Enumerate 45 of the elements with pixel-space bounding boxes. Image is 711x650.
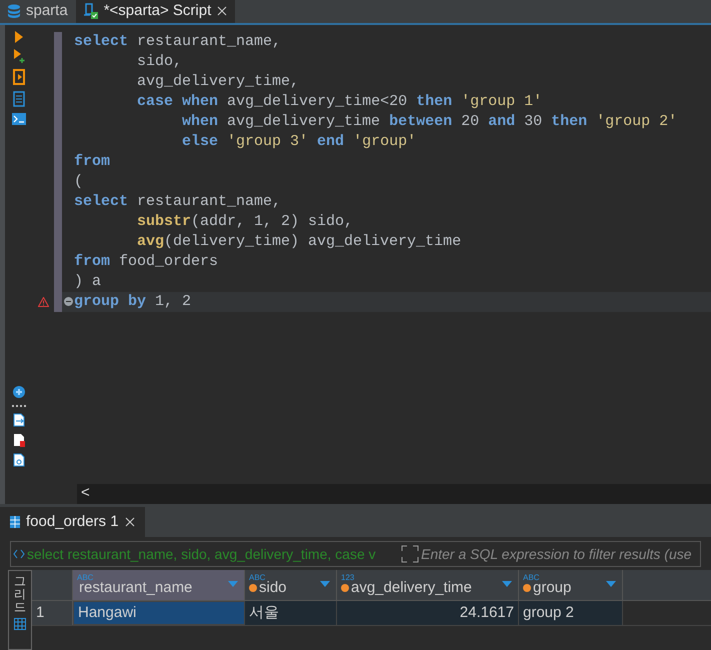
scroll-left-button[interactable]: <	[77, 482, 94, 505]
database-icon	[8, 4, 20, 18]
table-icon	[14, 618, 26, 630]
dropdown-icon[interactable]	[502, 581, 512, 587]
script-list-icon[interactable]	[13, 90, 25, 107]
close-icon[interactable]	[217, 6, 228, 16]
table-cell[interactable]: Hangawi	[73, 601, 245, 625]
grid-icon	[10, 516, 20, 528]
dropdown-icon[interactable]	[606, 581, 616, 587]
code-line: from	[74, 152, 110, 172]
code-line: else 'group 3' end 'group'	[181, 132, 416, 152]
file-error-icon[interactable]	[13, 432, 25, 447]
editor-tab[interactable]: sparta	[0, 0, 76, 23]
dropdown-icon[interactable]	[320, 581, 330, 587]
code-line: (	[74, 172, 84, 192]
code-line: case when avg_delivery_time<20 then 'group 1'	[136, 92, 542, 112]
editor-tab[interactable]: *<sparta> Script	[76, 0, 236, 23]
close-icon[interactable]	[124, 517, 135, 528]
code-line: when avg_delivery_time between 20 and 30 then 'group 2'	[181, 112, 678, 132]
code-line: select restaurant_name,	[74, 32, 282, 52]
fold-icon[interactable]	[64, 297, 72, 306]
code-line: from food_orders	[74, 252, 218, 272]
terminal-icon[interactable]	[12, 112, 26, 125]
export-file-icon[interactable]	[13, 412, 25, 427]
row-number: 1	[32, 601, 73, 625]
code-line: sido,	[136, 52, 182, 72]
code-line: group by 1, 2	[74, 292, 192, 312]
code-line: avg(delivery_time) avg_delivery_time	[136, 232, 462, 252]
table-cell[interactable]: group 2	[519, 601, 623, 625]
run-script-icon[interactable]	[12, 68, 26, 85]
code-line: avg_delivery_time,	[136, 72, 300, 92]
table-cell[interactable]: 서울	[245, 601, 337, 625]
results-tab[interactable]: food_orders 1	[0, 507, 145, 538]
run-icon[interactable]	[14, 30, 24, 43]
code-line: ) a	[74, 272, 102, 292]
table-cell[interactable]: 24.1617	[337, 601, 519, 625]
column-header[interactable]: ABC sido	[245, 570, 337, 600]
column-header[interactable]: ABC group	[519, 570, 623, 600]
more-icon[interactable]	[12, 404, 26, 407]
run-add-icon[interactable]	[13, 48, 25, 63]
column-header[interactable]: ABC restaurant_name	[73, 570, 245, 600]
file-icon[interactable]	[13, 452, 25, 467]
code-line: select restaurant_name,	[74, 192, 282, 212]
script-file-icon	[84, 3, 98, 20]
code-line: substr(addr, 1, 2) sido,	[136, 212, 354, 232]
